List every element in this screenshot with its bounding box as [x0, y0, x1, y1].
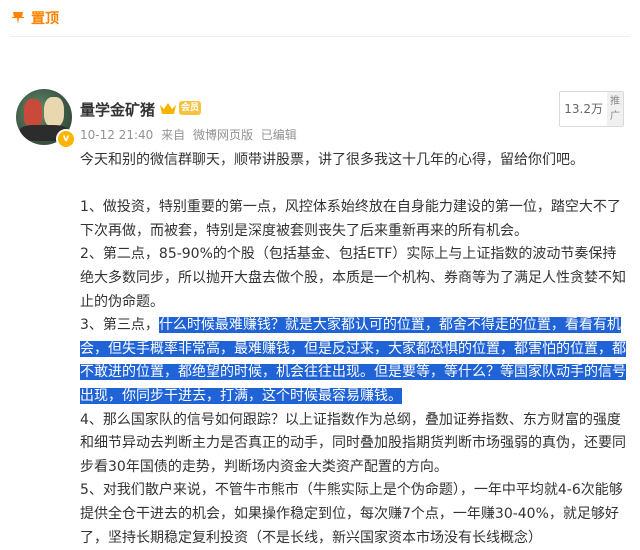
author-name[interactable]: 量学金矿猪 [80, 99, 155, 120]
source-prefix: 来自 [161, 128, 186, 142]
promote-button[interactable]: 13.2万 推广 [559, 91, 624, 127]
promote-count: 13.2万 [560, 92, 607, 126]
post-paragraph-intro: 今天和别的微信群聊天，顺带讲股票，讲了很多我这十几年的心得，留给你们吧。 [80, 152, 584, 168]
crown-icon [160, 103, 176, 114]
pin-icon [12, 12, 24, 24]
verified-icon: v [56, 129, 76, 149]
post-meta: 10-12 21:40 来自 微博网页版 已编辑 [80, 126, 301, 143]
post-source: 微博网页版 [192, 128, 253, 142]
post-paragraph-5: 5、对我们散户来说，不管牛市熊市（牛熊实际上是个伪命题），一年中平均就4-6次能… [80, 482, 623, 546]
paragraph-3-prefix: 3、第三点， [80, 317, 159, 334]
divider [10, 36, 630, 37]
post-paragraph-3: 3、第三点，什么时候最难赚钱？就是大家都认可的位置，都舍不得走的位置，看看有机会… [80, 314, 628, 408]
edited-label[interactable]: 已编辑 [261, 128, 297, 142]
post-time[interactable]: 10-12 21:40 [80, 128, 153, 142]
post-paragraph-4: 4、那么国家队的信号如何跟踪？以上证指数作为总纲，叠加证券指数、东方财富的强度和… [80, 411, 626, 475]
pinned-label: 置顶 [31, 11, 59, 27]
promote-tag: 推广 [607, 92, 623, 126]
post-paragraph-1: 1、做投资，特别重要的第一点，风控体系始终放在自身能力建设的第一位，踏空大不了下… [80, 199, 621, 239]
post-body: 今天和别的微信群聊天，顺带讲股票，讲了很多我这十几年的心得，留给你们吧。 1、做… [80, 149, 628, 550]
member-badge[interactable]: 会员 [179, 101, 201, 115]
selected-text: 什么时候最难赚钱？就是大家都认可的位置，都舍不得走的位置，看看有机会，但失手概率… [80, 317, 626, 404]
post-paragraph-2: 2、第二点，85-90%的个股（包括基金、包括ETF）实际上与上证指数的波动节奏… [80, 246, 626, 310]
pinned-bar: 置顶 [0, 0, 640, 36]
